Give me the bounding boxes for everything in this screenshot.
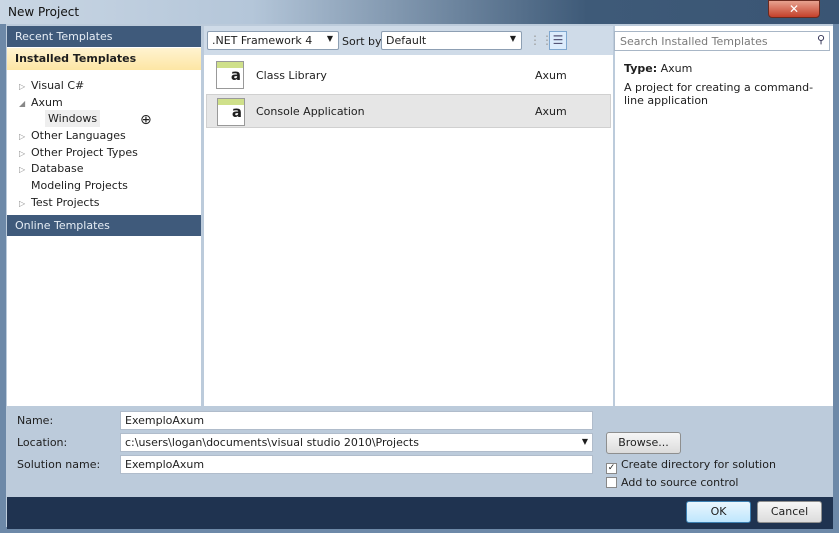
chevron-down-icon: ▼ bbox=[509, 34, 516, 43]
small-icons-view-icon[interactable]: ⋮⋮ bbox=[529, 32, 553, 49]
ok-button[interactable]: OK bbox=[686, 501, 751, 523]
template-list-panel: .NET Framework 4 ▼ Sort by: Default ▼ ⋮⋮ ☰… bbox=[204, 26, 613, 406]
tree-item-database[interactable]: ▷ Database bbox=[19, 162, 84, 175]
checkbox-label: Create directory for solution bbox=[621, 458, 776, 471]
type-label: Type: bbox=[624, 62, 658, 75]
template-language: Axum bbox=[535, 69, 567, 82]
tree-label: Modeling Projects bbox=[31, 179, 128, 192]
tree-label: Visual C# bbox=[31, 79, 85, 92]
template-row[interactable]: a Class Library Axum bbox=[206, 58, 611, 92]
button-bar: OK Cancel bbox=[7, 497, 833, 529]
expand-arrow-icon: ▷ bbox=[19, 165, 26, 174]
location-value: c:\users\logan\documents\visual studio 2… bbox=[125, 436, 419, 449]
name-input[interactable]: ExemploAxum bbox=[120, 411, 593, 430]
window-title: New Project bbox=[8, 5, 80, 19]
class-library-icon: a bbox=[216, 61, 244, 89]
tree-label: Other Languages bbox=[31, 129, 126, 142]
expand-arrow-icon: ▷ bbox=[19, 199, 26, 208]
checkbox-label: Add to source control bbox=[621, 476, 739, 489]
chevron-down-icon: ▼ bbox=[581, 437, 588, 446]
template-name: Class Library bbox=[256, 69, 327, 82]
checkmark-icon: ✓ bbox=[606, 463, 617, 474]
title-bar bbox=[0, 0, 839, 24]
source-control-checkbox[interactable]: Add to source control bbox=[606, 476, 739, 489]
sort-value: Default bbox=[386, 34, 427, 47]
tree-item-test-projects[interactable]: ▷ Test Projects bbox=[19, 196, 100, 209]
tree-item-other-project-types[interactable]: ▷ Other Project Types bbox=[19, 146, 138, 159]
search-placeholder: Search Installed Templates bbox=[620, 35, 768, 48]
sort-select[interactable]: Default ▼ bbox=[381, 31, 522, 50]
sort-label: Sort by: bbox=[342, 35, 385, 48]
tree-label: Axum bbox=[31, 96, 63, 109]
details-panel: Type: Axum A project for creating a comm… bbox=[615, 26, 833, 406]
x-icon: ✕ bbox=[788, 2, 800, 16]
tree-label: Other Project Types bbox=[31, 146, 138, 159]
template-name: Console Application bbox=[256, 105, 365, 118]
name-label: Name: bbox=[17, 414, 54, 427]
recent-templates[interactable]: Recent Templates bbox=[7, 26, 201, 47]
expand-arrow-icon: ▷ bbox=[19, 149, 26, 158]
details-view-icon[interactable]: ☰ bbox=[549, 31, 567, 50]
template-row-selected[interactable]: a Console Application Axum bbox=[206, 94, 611, 128]
checkbox-box bbox=[606, 477, 617, 488]
tree-item-modeling-projects[interactable]: Modeling Projects bbox=[19, 179, 128, 192]
location-combo[interactable]: c:\users\logan\documents\visual studio 2… bbox=[120, 433, 593, 452]
solution-name-input[interactable]: ExemploAxum bbox=[120, 455, 593, 474]
location-label: Location: bbox=[17, 436, 68, 449]
tree-item-other-languages[interactable]: ▷ Other Languages bbox=[19, 129, 126, 142]
expand-arrow-icon: ▷ bbox=[19, 132, 26, 141]
tree-label: Database bbox=[31, 162, 84, 175]
close-button[interactable]: ✕ bbox=[768, 0, 820, 18]
console-application-icon: a bbox=[217, 98, 245, 126]
list-toolbar: .NET Framework 4 ▼ Sort by: Default ▼ ⋮⋮ ☰ bbox=[204, 26, 613, 55]
browse-button[interactable]: Browse... bbox=[606, 432, 681, 454]
framework-value: .NET Framework 4 bbox=[212, 34, 313, 47]
tree-label: Test Projects bbox=[31, 196, 100, 209]
cancel-button[interactable]: Cancel bbox=[757, 501, 822, 523]
expand-arrow-icon: ▷ bbox=[19, 82, 26, 91]
type-value: Axum bbox=[660, 62, 693, 75]
template-language: Axum bbox=[535, 105, 567, 118]
framework-select[interactable]: .NET Framework 4 ▼ bbox=[207, 31, 339, 50]
tree-item-windows[interactable]: Windows bbox=[45, 110, 101, 127]
project-form: Name: ExemploAxum Location: c:\users\log… bbox=[7, 406, 833, 497]
tree-label: Windows bbox=[48, 112, 98, 125]
solution-label: Solution name: bbox=[17, 458, 101, 471]
create-directory-checkbox[interactable]: ✓ Create directory for solution bbox=[606, 458, 776, 474]
search-icon: ⚲ bbox=[816, 33, 825, 46]
online-templates[interactable]: Online Templates bbox=[7, 215, 201, 236]
collapse-arrow-icon: ◢ bbox=[19, 99, 26, 108]
search-input[interactable]: Search Installed Templates ⚲ bbox=[614, 31, 830, 51]
tree-item-axum[interactable]: ◢ Axum bbox=[19, 96, 63, 109]
template-description: A project for creating a command-line ap… bbox=[624, 81, 814, 107]
chevron-down-icon: ▼ bbox=[326, 34, 333, 43]
template-categories-panel: Recent Templates Installed Templates ▷ Vi… bbox=[7, 26, 201, 406]
tree-item-visual-csharp[interactable]: ▷ Visual C# bbox=[19, 79, 84, 92]
installed-templates[interactable]: Installed Templates bbox=[7, 48, 201, 70]
zoom-cursor-icon: ⊕ bbox=[140, 112, 152, 128]
